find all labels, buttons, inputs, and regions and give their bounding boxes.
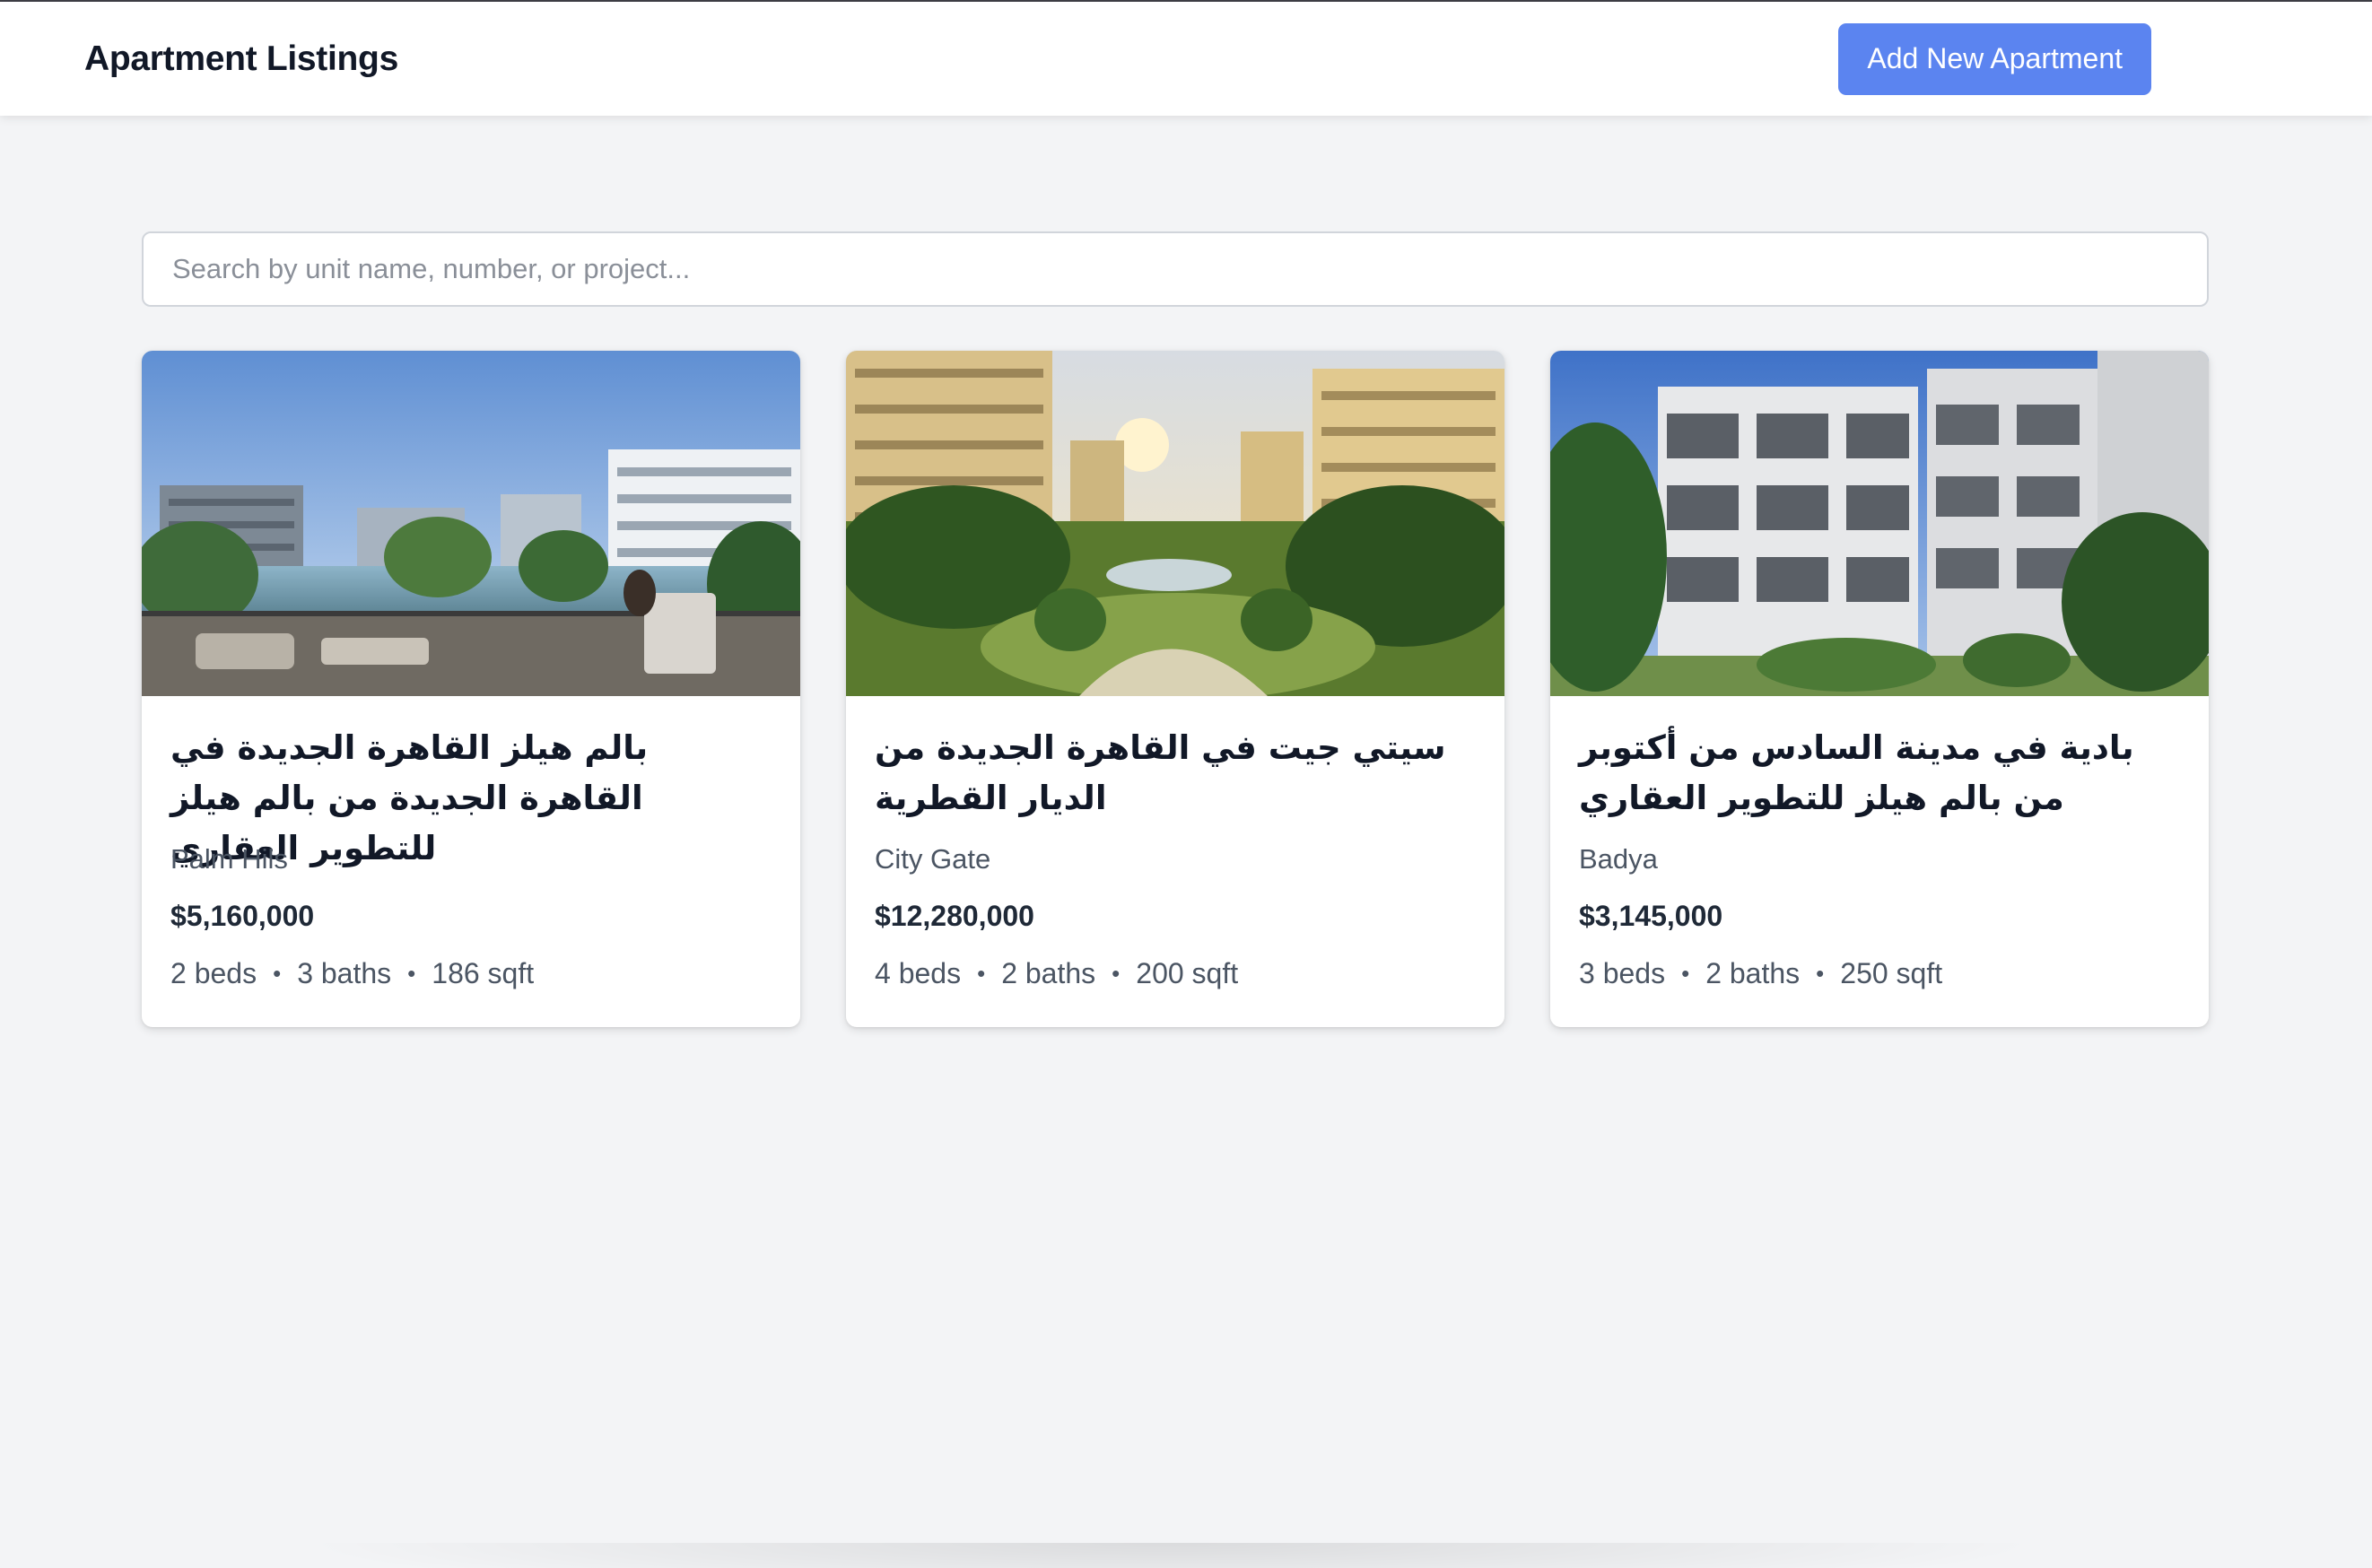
listing-specs: 3 beds • 2 baths • 250 sqft — [1579, 957, 2180, 990]
listing-title: سيتي جيت في القاهرة الجديدة من الديار ال… — [875, 728, 1446, 817]
listing-card[interactable]: سيتي جيت في القاهرة الجديدة من الديار ال… — [846, 351, 1504, 1027]
navbar: Apartment Listings Add New Apartment — [0, 2, 2372, 116]
listing-card[interactable]: بادية في مدينة السادس من أكتوبر من بالم … — [1550, 351, 2209, 1027]
listing-beds: 2 beds — [170, 957, 257, 989]
search-bar — [142, 231, 2209, 307]
listing-area: 186 sqft — [432, 957, 535, 989]
listing-baths: 2 baths — [1705, 957, 1801, 989]
page-title: Apartment Listings — [84, 39, 398, 78]
separator-dot: • — [407, 960, 416, 987]
separator-dot: • — [1681, 960, 1690, 987]
listing-beds: 4 beds — [875, 957, 962, 989]
separator-dot: • — [977, 960, 986, 987]
listing-baths: 2 baths — [1001, 957, 1096, 989]
listing-specs: 2 beds • 3 baths • 186 sqft — [170, 957, 772, 990]
listing-photo — [846, 351, 1504, 696]
listing-project: City Gate — [875, 843, 991, 875]
listing-area: 250 sqft — [1840, 957, 1943, 989]
bottom-shadow — [296, 1543, 2045, 1568]
search-input[interactable] — [142, 231, 2209, 307]
separator-dot: • — [1112, 960, 1121, 987]
listing-price: $12,280,000 — [875, 900, 1034, 932]
add-apartment-button[interactable]: Add New Apartment — [1838, 22, 2151, 95]
listing-title: بالم هيلز القاهرة الجديدة في القاهرة الج… — [170, 728, 649, 867]
listing-title: بادية في مدينة السادس من أكتوبر من بالم … — [1579, 728, 2134, 817]
listing-project: Badya — [1579, 843, 1658, 875]
listing-beds: 3 beds — [1579, 957, 1666, 989]
listing-photo — [142, 351, 800, 696]
listing-price: $3,145,000 — [1579, 900, 1723, 932]
listings-grid: بالم هيلز القاهرة الجديدة في القاهرة الج… — [142, 351, 2209, 1027]
separator-dot: • — [1816, 960, 1825, 987]
separator-dot: • — [273, 960, 282, 987]
listing-area: 200 sqft — [1136, 957, 1239, 989]
listing-baths: 3 baths — [297, 957, 392, 989]
listing-price: $5,160,000 — [170, 900, 315, 932]
listing-specs: 4 beds • 2 baths • 200 sqft — [875, 957, 1476, 990]
listing-photo — [1550, 351, 2209, 696]
listing-card[interactable]: بالم هيلز القاهرة الجديدة في القاهرة الج… — [142, 351, 800, 1027]
